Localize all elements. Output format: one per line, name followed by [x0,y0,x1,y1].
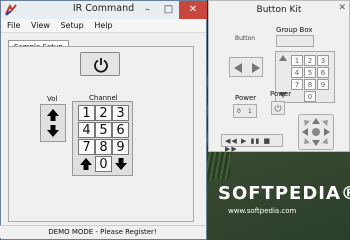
key-3[interactable]: 3 [112,105,129,121]
key-1[interactable]: 1 [78,105,95,121]
volume-down-icon[interactable] [46,124,60,138]
close-button[interactable]: ✕ [179,1,207,19]
power-toggle-2[interactable] [271,101,285,115]
volume-group [40,104,66,142]
key-5[interactable]: 5 [95,122,112,138]
menu-file[interactable]: File [7,21,20,30]
status-bar: DEMO MODE - Please Register! [0,225,205,238]
title-bar: IR Command – □ ✕ [1,1,207,19]
up-arrow-icon[interactable] [279,55,287,65]
key-6[interactable]: 6 [112,122,129,138]
toggle-off: 0 [237,108,241,115]
minimize-button[interactable]: – [137,1,158,19]
kit-button-sample[interactable]: Button [235,35,255,42]
power-toggle-1[interactable]: 0 1 [233,104,257,118]
group-box-sample [276,35,314,47]
power-label-1: Power [235,94,257,102]
menu-setup[interactable]: Setup [60,21,83,30]
kit-key-1[interactable]: 1 [291,55,303,66]
channel-down-icon[interactable] [114,157,128,171]
kit-key-9[interactable]: 9 [317,79,329,90]
left-right-arrows-icon[interactable] [234,63,260,73]
key-2[interactable]: 2 [95,105,112,121]
media-buttons[interactable]: ◀◀ ▶ ▮▮ ■ ▶▶ [225,137,282,153]
power-label-2: Power [270,90,292,98]
softpedia-url: www.softpedia.com [228,207,297,215]
kit-key-3[interactable]: 3 [317,55,329,66]
menu-bar: File View Setup Help [1,19,206,33]
menu-view[interactable]: View [31,21,50,30]
toggle-on: 1 [248,108,252,115]
media-controls: ◀◀ ▶ ▮▮ ■ ▶▶ [221,134,283,153]
volume-up-icon[interactable] [46,108,60,122]
power-button[interactable] [80,52,120,76]
kit-key-6[interactable]: 6 [317,67,329,78]
vol-label: Vol [47,95,58,103]
power-icon [94,58,108,73]
kit-key-5[interactable]: 5 [304,67,316,78]
button-kit-window: Button Kit ✕ Button Group Box 1 2 3 4 5 … [208,0,350,153]
key-4[interactable]: 4 [78,122,95,138]
power-small-icon [274,104,282,112]
kit-title: Button Kit [256,5,302,15]
kit-key-2[interactable]: 2 [304,55,316,66]
softpedia-logo: SOFTPEDIA® [218,183,350,204]
channel-up-icon[interactable] [79,157,93,171]
dpad-full [298,114,334,150]
kit-key-0[interactable]: 0 [304,91,316,102]
dpad-horizontal [229,57,263,77]
kit-key-4[interactable]: 4 [291,67,303,78]
key-0[interactable]: 0 [95,156,112,172]
kit-key-7[interactable]: 7 [291,79,303,90]
kit-close-button[interactable]: ✕ [338,3,346,13]
maximize-button[interactable]: □ [158,1,179,19]
key-7[interactable]: 7 [78,139,95,155]
key-9[interactable]: 9 [112,139,129,155]
channel-keypad: 1 2 3 4 5 6 7 8 9 0 [72,101,133,176]
kit-key-8[interactable]: 8 [304,79,316,90]
menu-help[interactable]: Help [94,21,112,30]
dpad-icon[interactable] [301,117,331,147]
key-8[interactable]: 8 [95,139,112,155]
group-box-label: Group Box [276,26,313,34]
